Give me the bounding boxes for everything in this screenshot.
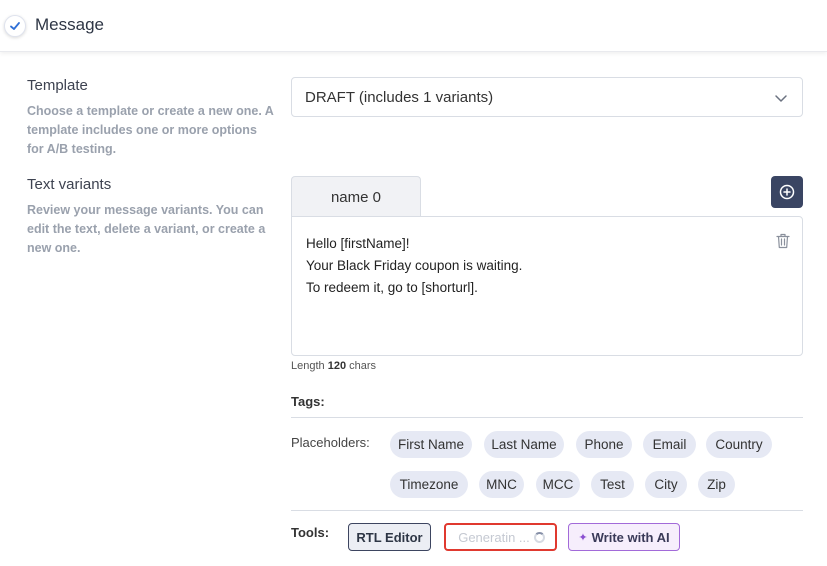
tags-label: Tags: xyxy=(291,394,325,409)
rtl-editor-button[interactable]: RTL Editor xyxy=(348,523,431,551)
placeholder-chip-email[interactable]: Email xyxy=(643,431,696,458)
length-value: 120 xyxy=(327,360,347,372)
check-icon xyxy=(4,15,26,37)
generating-button[interactable]: Generatin ... xyxy=(444,523,557,551)
template-select-value: DRAFT (includes 1 variants) xyxy=(305,89,494,106)
template-select[interactable]: DRAFT (includes 1 variants) xyxy=(291,77,803,117)
sparkle-icon: ✦ xyxy=(578,531,588,544)
tab-variant-0[interactable]: name 0 xyxy=(291,176,421,217)
placeholder-chip-phone[interactable]: Phone xyxy=(576,431,632,458)
message-line: To redeem it, go to [shorturl]. xyxy=(306,280,478,295)
placeholder-chip-first-name[interactable]: First Name xyxy=(390,431,472,458)
section-header: Message xyxy=(0,0,827,52)
tools-label: Tools: xyxy=(291,525,330,540)
plus-circle-icon xyxy=(779,184,795,200)
write-with-ai-button[interactable]: ✦ Write with AI xyxy=(568,523,680,551)
placeholder-chip-mnc[interactable]: MNC xyxy=(479,471,524,498)
trash-icon[interactable] xyxy=(776,233,790,249)
placeholder-chip-city[interactable]: City xyxy=(645,471,687,498)
text-variants-description: Review your message variants. You can ed… xyxy=(27,203,266,255)
length-suffix: chars xyxy=(349,360,377,372)
placeholder-chip-timezone[interactable]: Timezone xyxy=(390,471,468,498)
spinner-icon xyxy=(533,531,545,543)
placeholder-chip-country[interactable]: Country xyxy=(706,431,772,458)
template-description: Choose a template or create a new one. A… xyxy=(27,104,274,156)
placeholder-chip-zip[interactable]: Zip xyxy=(698,471,735,498)
write-with-ai-label: Write with AI xyxy=(591,529,670,545)
template-label: Template xyxy=(27,77,88,94)
length-prefix: Length xyxy=(291,360,325,372)
message-textarea[interactable]: Hello [firstName]! Your Black Friday cou… xyxy=(291,216,803,356)
length-counter: Length 120 chars xyxy=(291,360,376,372)
divider xyxy=(291,417,803,418)
generating-label: Generatin ... xyxy=(458,529,530,545)
chevron-down-icon xyxy=(775,95,787,102)
placeholders-label: Placeholders: xyxy=(291,435,370,450)
placeholder-chip-last-name[interactable]: Last Name xyxy=(484,431,564,458)
message-line: Your Black Friday coupon is waiting. xyxy=(306,258,523,273)
section-title: Message xyxy=(35,15,104,34)
add-variant-button[interactable] xyxy=(771,176,803,208)
message-line: Hello [firstName]! xyxy=(306,236,410,251)
text-variants-label: Text variants xyxy=(27,176,112,193)
divider xyxy=(291,510,803,511)
placeholder-chip-test[interactable]: Test xyxy=(591,471,634,498)
placeholder-chip-mcc[interactable]: MCC xyxy=(536,471,580,498)
